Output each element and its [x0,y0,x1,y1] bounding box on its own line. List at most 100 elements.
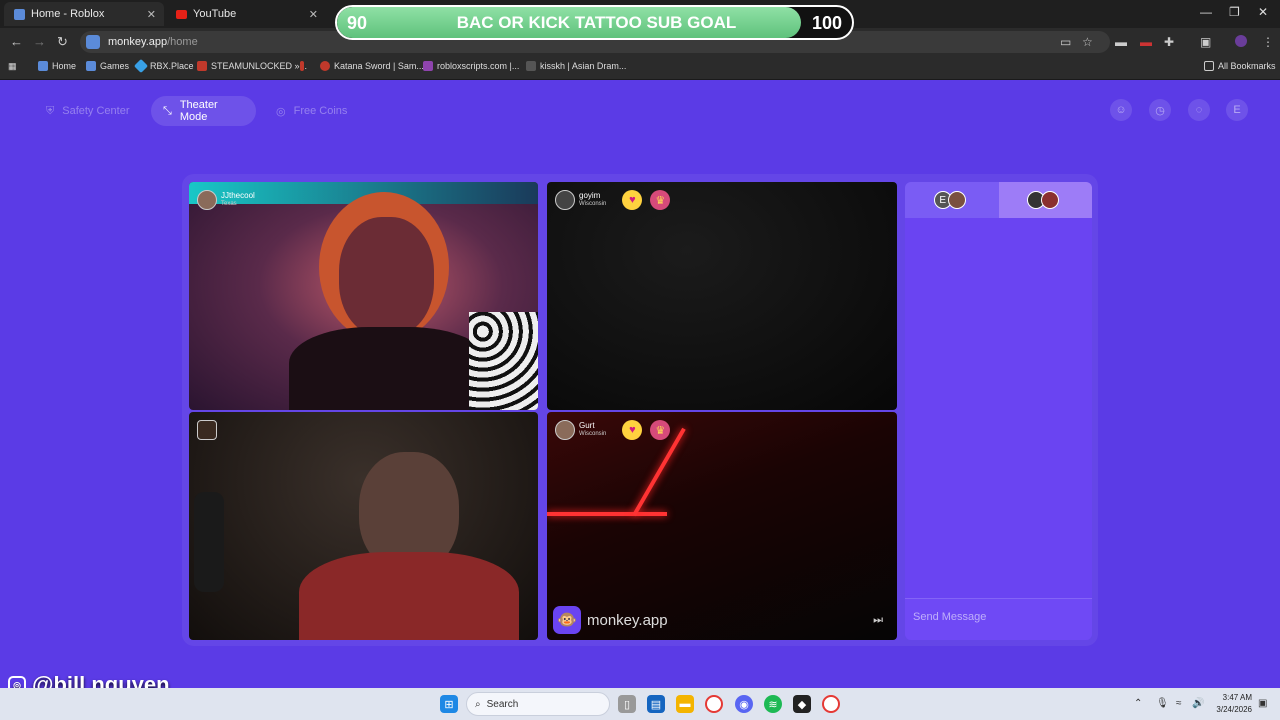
folder-icon[interactable]: ▬ [676,695,694,713]
sub-goal-overlay: 90 BAC OR KICK TATTOO SUB GOAL 100 [335,5,854,40]
apps-icon[interactable]: ▦ [8,61,17,72]
chat-tab-1[interactable]: E [905,182,999,218]
user-tag: Gurt Wisconsin ♥ ♛ [555,420,671,440]
wifi-icon[interactable]: ≈ [1176,698,1182,709]
chat-icon[interactable]: ◌ [1188,99,1210,121]
username: JJthecool [221,191,255,200]
taskbar: ⊞ ⌕ Search ▯ ▤ ▬ ◉ ≋ ◆ ⌃ 🎙 ≈ 🔊 3:47 AM 3… [0,688,1280,720]
restore-icon[interactable]: ❐ [1229,5,1240,19]
led-strip [632,427,686,517]
avatar [197,420,217,440]
heart-icon[interactable]: ♥ [622,190,643,210]
puzzle-icon[interactable]: ✚ [1164,35,1174,49]
theater-mode-button[interactable]: ⤡ Theater Mode [151,96,256,126]
heart-icon[interactable]: ♥ [622,420,643,440]
watermark: 🐵 monkey.app [553,606,668,634]
close-tab-icon[interactable]: ✕ [147,8,156,21]
site-icon [86,35,100,49]
history-icon[interactable]: ◷ [1149,99,1171,121]
chat-tab-2[interactable] [998,182,1092,218]
user-tag: goyim Wisconsin ♥ ♛ [555,190,671,210]
safety-center-label: Safety Center [62,105,130,117]
profile-button[interactable]: E [1226,99,1248,121]
goal-target: 100 [811,13,842,33]
bookmark-games[interactable]: Games [86,61,129,71]
bookmark-kisskh[interactable]: kisskh | Asian Dram... [526,61,626,71]
cast-icon[interactable]: ▭ [1060,35,1071,49]
chevron-up-icon[interactable]: ⌃ [1134,698,1142,709]
all-bookmarks[interactable]: All Bookmarks [1204,61,1276,71]
close-tab-icon[interactable]: ✕ [309,8,318,21]
notification-icon[interactable]: ▣ [1258,698,1267,709]
free-coins-button[interactable]: ◎ Free Coins [264,96,359,126]
bookmark-home[interactable]: Home [38,61,76,71]
bookmark-separator-icon [300,61,304,71]
person-body [289,327,489,410]
roblox-icon [14,8,25,20]
close-window-icon[interactable]: ✕ [1258,5,1268,19]
username: goyim [579,191,601,200]
avatar [1041,191,1060,209]
opera-icon[interactable] [822,695,840,713]
avatar [947,191,966,209]
taskbar-search[interactable]: ⌕ Search [466,692,610,716]
microphone-icon[interactable]: 🎙 [1156,698,1169,709]
chrome-icon[interactable] [705,695,723,713]
watermark-text: monkey.app [587,611,668,629]
gift-icon[interactable]: ♛ [650,190,671,210]
tab-title: Home - Roblox [31,8,105,20]
shield-icon: ⛨ [46,104,55,117]
video-tile-1[interactable]: JJthecool Texas [189,182,538,410]
app-icon[interactable]: ◆ [793,695,811,713]
avatar [555,190,575,210]
safety-center-button[interactable]: ⛨ Safety Center [34,96,142,126]
tab-youtube[interactable]: YouTube ✕ [166,2,326,26]
skip-icon[interactable]: ⏭ [873,614,883,627]
tab-roblox[interactable]: Home - Roblox ✕ [4,2,164,26]
back-icon[interactable]: ← [10,34,23,49]
username: Gurt [579,421,595,430]
send-message-input[interactable]: Send Message [905,598,1092,640]
video-tile-4[interactable]: Gurt Wisconsin ♥ ♛ 🐵 monkey.app ⏭ [547,412,897,640]
person-face [339,217,434,337]
bookmark-rbx-place[interactable]: RBX.Place [133,58,194,74]
video-tile-3[interactable] [189,412,538,640]
discord-icon[interactable]: ◉ [735,695,753,713]
user-location: Wisconsin [579,201,607,207]
bookmark-steamunlocked[interactable]: STEAMUNLOCKED »... [197,61,307,71]
menu-icon[interactable]: ⋮ [1262,35,1274,49]
url-text: monkey.app/home [108,36,198,48]
mouse-icon[interactable]: ▯ [618,695,636,713]
search-label: Search [486,698,519,710]
sidepanel-icon[interactable]: ▣ [1200,35,1211,49]
extension-icon[interactable]: ▬ [1140,35,1152,49]
friends-icon[interactable]: ☺ [1110,99,1132,121]
spotify-icon[interactable]: ≋ [764,695,782,713]
microphone [194,492,224,592]
coins-icon: ◎ [276,105,286,118]
led-strip [547,512,667,516]
star-icon[interactable]: ☆ [1082,35,1093,49]
minimize-icon[interactable]: — [1200,5,1212,19]
store-icon[interactable]: ▤ [647,695,665,713]
forward-icon[interactable]: → [33,34,46,49]
clock-time: 3:47 AM [1222,693,1252,702]
avatar [197,190,217,210]
person-shirt [299,552,519,640]
gift-icon[interactable]: ♛ [650,420,671,440]
clock-date: 3/24/2026 [1216,705,1252,714]
extension-icon[interactable]: ▬ [1115,35,1127,49]
bookmarks-bar: ▦ Home Games RBX.Place STEAMUNLOCKED »..… [0,56,1280,80]
windows-icon[interactable]: ⊞ [440,695,458,713]
bookmark-robloxscripts[interactable]: robloxscripts.com |... [423,61,519,71]
volume-icon[interactable]: 🔊 [1192,698,1204,709]
user-location: Texas [221,201,237,207]
user-tag [197,420,217,440]
reload-icon[interactable]: ↻ [57,34,68,50]
chat-panel: E Send Message [905,182,1092,640]
profile-avatar[interactable] [1235,35,1247,47]
bookmark-katana[interactable]: Katana Sword | Sam... [320,61,424,71]
theater-mode-label: Theater Mode [179,99,218,123]
video-tile-2[interactable]: goyim Wisconsin ♥ ♛ [547,182,897,410]
clock[interactable]: 3:47 AM 3/24/2026 [1216,692,1252,716]
